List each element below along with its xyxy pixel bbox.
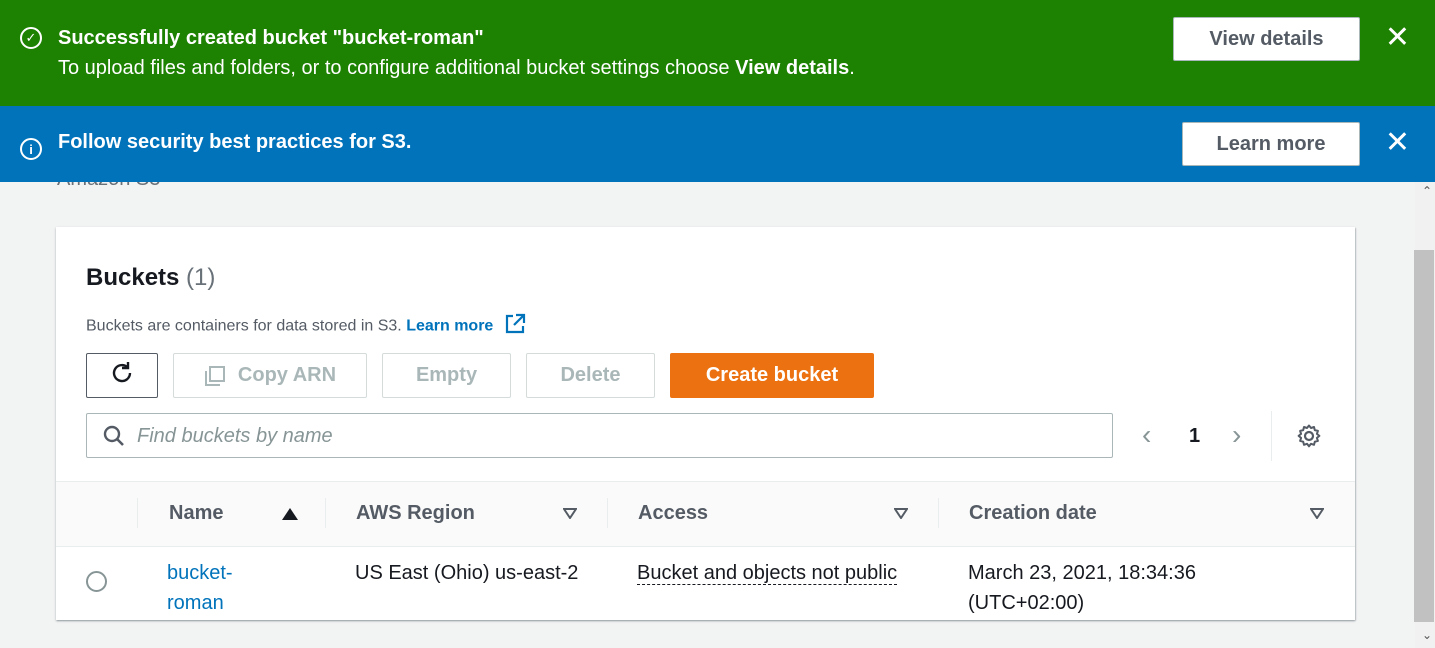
close-info-flash-icon[interactable]: ✕ bbox=[1385, 128, 1410, 158]
sort-icon[interactable] bbox=[894, 508, 908, 519]
column-header-creation-date[interactable]: Creation date bbox=[969, 502, 1097, 525]
buckets-count: (1) bbox=[186, 264, 216, 291]
gear-icon[interactable] bbox=[1296, 423, 1322, 454]
info-flash-title: Follow security best practices for S3. bbox=[58, 131, 412, 153]
view-details-button[interactable]: View details bbox=[1173, 17, 1360, 61]
learn-more-button[interactable]: Learn more bbox=[1182, 122, 1360, 166]
current-page-number[interactable]: 1 bbox=[1189, 425, 1200, 448]
buckets-panel: Buckets (1) Buckets are containers for d… bbox=[56, 227, 1355, 620]
column-divider bbox=[137, 498, 138, 528]
table-row: bucket-roman US East (Ohio) us-east-2 Bu… bbox=[56, 547, 1355, 620]
bucket-access[interactable]: Bucket and objects not public bbox=[637, 558, 912, 588]
scroll-down-icon[interactable]: ⌄ bbox=[1422, 628, 1432, 642]
pager-divider bbox=[1271, 411, 1272, 461]
copy-arn-label: Copy ARN bbox=[237, 364, 337, 386]
info-flash-banner: i Follow security best practices for S3.… bbox=[0, 106, 1435, 182]
success-check-icon: ✓ bbox=[20, 27, 42, 49]
success-flash-description: To upload files and folders, or to confi… bbox=[58, 57, 855, 80]
external-link-icon[interactable] bbox=[504, 313, 526, 340]
column-divider bbox=[938, 498, 939, 528]
buckets-description-line: Buckets are containers for data stored i… bbox=[86, 313, 526, 340]
success-flash-desc-emphasis: View details bbox=[735, 57, 850, 79]
sort-ascending-icon[interactable] bbox=[282, 508, 298, 520]
create-bucket-button[interactable]: Create bucket bbox=[670, 353, 874, 398]
success-flash-banner: ✓ Successfully created bucket "bucket-ro… bbox=[0, 0, 1435, 106]
bucket-creation-date: March 23, 2021, 18:34:36 (UTC+02:00) bbox=[968, 562, 1196, 614]
scroll-up-icon[interactable]: ⌃ bbox=[1422, 184, 1432, 198]
info-icon: i bbox=[20, 138, 42, 160]
close-success-flash-icon[interactable]: ✕ bbox=[1385, 23, 1410, 53]
success-flash-desc-text: To upload files and folders, or to confi… bbox=[58, 57, 736, 79]
bucket-access-text[interactable]: Bucket and objects not public bbox=[637, 562, 898, 585]
empty-button[interactable]: Empty bbox=[382, 353, 511, 398]
copy-arn-button[interactable]: Copy ARN bbox=[173, 353, 367, 398]
column-header-region[interactable]: AWS Region bbox=[356, 502, 475, 525]
success-flash-desc-suffix: . bbox=[849, 57, 855, 79]
copy-icon bbox=[204, 365, 226, 387]
column-divider bbox=[325, 498, 326, 528]
row-select-radio[interactable] bbox=[86, 571, 107, 592]
bucket-name-link[interactable]: bucket-roman bbox=[167, 558, 267, 618]
scrollbar-thumb[interactable] bbox=[1414, 250, 1434, 622]
search-input[interactable] bbox=[137, 422, 1097, 450]
table-header: Name AWS Region Access Creation date bbox=[56, 481, 1355, 547]
bucket-search-box bbox=[86, 413, 1113, 458]
buckets-description: Buckets are containers for data stored i… bbox=[86, 317, 402, 335]
buckets-title: Buckets bbox=[86, 264, 180, 291]
refresh-icon bbox=[109, 360, 135, 392]
refresh-button[interactable] bbox=[86, 353, 158, 398]
next-page-icon[interactable]: › bbox=[1232, 421, 1241, 449]
bucket-region: US East (Ohio) us-east-2 bbox=[355, 562, 579, 584]
search-icon bbox=[103, 425, 125, 452]
column-header-access[interactable]: Access bbox=[638, 502, 708, 525]
buckets-heading: Buckets (1) bbox=[86, 264, 215, 292]
sort-icon[interactable] bbox=[563, 508, 577, 519]
column-divider bbox=[607, 498, 608, 528]
delete-button[interactable]: Delete bbox=[526, 353, 655, 398]
success-flash-title: Successfully created bucket "bucket-roma… bbox=[58, 27, 484, 49]
learn-more-link[interactable]: Learn more bbox=[406, 318, 493, 335]
column-header-name[interactable]: Name bbox=[169, 502, 223, 525]
previous-page-icon[interactable]: ‹ bbox=[1142, 421, 1151, 449]
sort-icon[interactable] bbox=[1310, 508, 1324, 519]
